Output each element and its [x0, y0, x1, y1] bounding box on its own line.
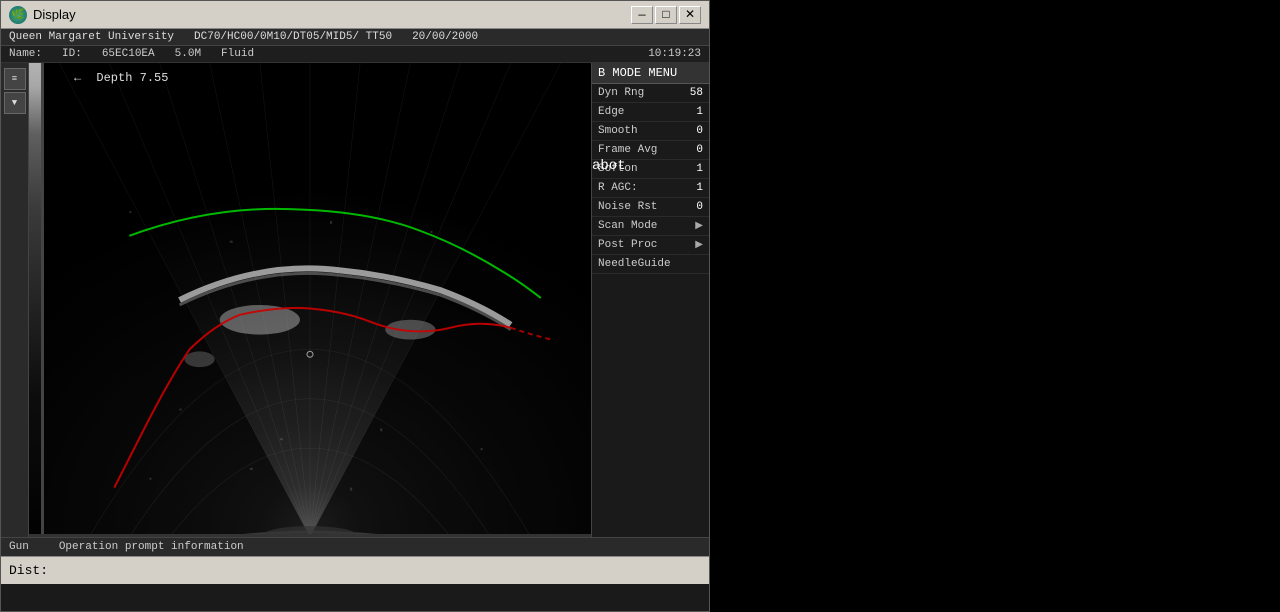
back-arrow: ←	[74, 71, 81, 85]
size-value: 5.0M	[175, 48, 201, 60]
gun-label: Gun	[9, 541, 29, 553]
bmode-item-edge[interactable]: Edge 1	[592, 103, 709, 122]
bmode-value-edge: 1	[696, 106, 703, 118]
abot-text: abot	[592, 158, 626, 174]
toolbar-btn-1[interactable]: ≡	[4, 68, 26, 90]
institution-name: Queen Margaret University	[9, 31, 174, 43]
bmode-label-needleguide: NeedleGuide	[598, 258, 671, 270]
toolbar-left: ≡ ▼	[1, 63, 29, 537]
bmode-item-smooth[interactable]: Smooth 0	[592, 122, 709, 141]
bmode-arrow-postproc: ▶	[695, 239, 703, 251]
bmode-item-scanmode[interactable]: Scan Mode ▶	[592, 217, 709, 236]
bmode-item-postproc[interactable]: Post Proc ▶	[592, 236, 709, 255]
bmode-value-noiserst: 0	[696, 201, 703, 213]
depth-label: ← Depth 7.55	[74, 71, 168, 85]
header-bar-2: Name: ID: 65EC10EA 5.0M Fluid 10:19:23	[1, 46, 709, 63]
bmode-value-ragc: 1	[696, 182, 703, 194]
bmode-value-softon: 1	[696, 163, 703, 175]
scan-date: 20/00/2000	[412, 31, 478, 43]
bmode-menu-title: B MODE MENU	[592, 63, 709, 84]
bmode-label-ragc: R AGC:	[598, 182, 638, 194]
ultrasound-panel[interactable]: ≡ ▼	[1, 63, 591, 537]
bmode-item-dynrng[interactable]: Dyn Rng 58	[592, 84, 709, 103]
bmode-label-edge: Edge	[598, 106, 624, 118]
bmode-item-ragc[interactable]: R AGC: 1	[592, 179, 709, 198]
title-bar: 🌿 Display — □ ✕	[1, 1, 709, 29]
window-title: Display	[33, 7, 76, 22]
scan-bottom-line	[29, 534, 591, 537]
bmode-menu-panel: B MODE MENU Dyn Rng 58 Edge 1 Smooth 0 F…	[591, 63, 709, 537]
bmode-value-dynrng: 58	[690, 87, 703, 99]
bmode-value-frameavg: 0	[696, 144, 703, 156]
scan-params: DC70/HC00/0M10/DT05/MID5/ TT50	[194, 31, 392, 43]
status-bar: Gun Operation prompt information	[1, 537, 709, 556]
name-label: Name:	[9, 48, 42, 60]
bmode-label-frameavg: Frame Avg	[598, 144, 657, 156]
toolbar-btn-2[interactable]: ▼	[4, 92, 26, 114]
title-bar-left: 🌿 Display	[9, 6, 76, 24]
bmode-arrow-scanmode: ▶	[695, 220, 703, 232]
bmode-label-postproc: Post Proc	[598, 239, 657, 251]
dist-bar: Dist:	[1, 556, 709, 584]
ultrasound-svg	[29, 63, 591, 537]
operation-label: Operation prompt information	[59, 541, 244, 553]
time-value: 10:19:23	[648, 48, 701, 60]
app-icon: 🌿	[9, 6, 27, 24]
id-value: 65EC10EA	[102, 48, 155, 60]
main-window: 🌿 Display — □ ✕ Queen Margaret Universit…	[0, 0, 710, 612]
bmode-label-scanmode: Scan Mode	[598, 220, 657, 232]
bmode-label-dynrng: Dyn Rng	[598, 87, 644, 99]
close-button[interactable]: ✕	[679, 6, 701, 24]
title-controls: — □ ✕	[631, 6, 701, 24]
id-label: ID:	[62, 48, 82, 60]
header-bar-1: Queen Margaret University DC70/HC00/0M10…	[1, 29, 709, 46]
bmode-item-needleguide[interactable]: NeedleGuide	[592, 255, 709, 274]
minimize-button[interactable]: —	[631, 6, 653, 24]
bmode-item-noiserst[interactable]: Noise Rst 0	[592, 198, 709, 217]
bmode-label-smooth: Smooth	[598, 125, 638, 137]
maximize-button[interactable]: □	[655, 6, 677, 24]
mode-value: Fluid	[221, 48, 254, 60]
bmode-value-smooth: 0	[696, 125, 703, 137]
bmode-label-noiserst: Noise Rst	[598, 201, 657, 213]
depth-scale-bar	[29, 63, 41, 537]
dist-label: Dist:	[9, 563, 48, 578]
